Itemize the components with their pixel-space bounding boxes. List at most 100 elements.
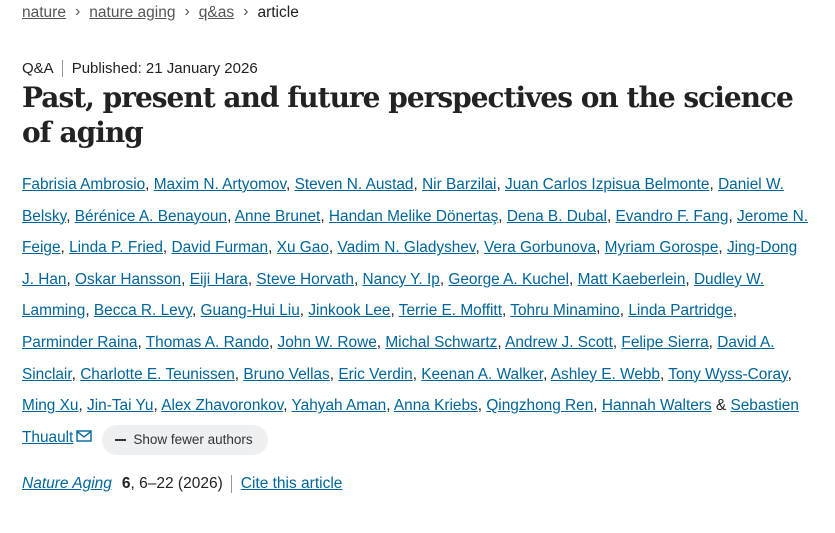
email-icon[interactable]	[76, 429, 93, 443]
cite-article-link[interactable]: Cite this article	[241, 475, 343, 493]
author-link[interactable]: Ming Xu	[22, 397, 78, 414]
author-link[interactable]: Michal Schwartz	[385, 334, 497, 351]
author-separator: ,	[708, 333, 718, 351]
author-link[interactable]: Fabrisia Ambrosio	[22, 176, 145, 193]
author-link[interactable]: Myriam Gorospe	[605, 239, 719, 256]
author-link[interactable]: Eric Verdin	[338, 366, 412, 383]
breadcrumb-nature-aging[interactable]: nature aging	[89, 4, 175, 22]
author-link[interactable]: Tohru Minamino	[510, 302, 620, 319]
author-link[interactable]: Qingzhong Ren	[486, 397, 593, 414]
author-link[interactable]: Dena B. Dubal	[507, 208, 607, 225]
volume: 6	[121, 475, 131, 492]
author-link[interactable]: Linda P. Fried	[69, 239, 163, 256]
breadcrumb-article: article	[257, 4, 299, 21]
author-link[interactable]: Andrew J. Scott	[505, 334, 613, 351]
journal-link[interactable]: Nature Aging	[22, 475, 112, 493]
author-link[interactable]: Hannah Walters	[602, 397, 712, 414]
author-separator: ,	[606, 207, 616, 225]
author-separator: ,	[718, 239, 727, 257]
author-separator: ,	[728, 207, 738, 225]
author-link[interactable]: Handan Melike Dönertaş	[329, 208, 498, 225]
author-link[interactable]: Anna Kriebs	[394, 397, 478, 414]
chevron-right-icon: ›	[243, 3, 249, 20]
author-separator: ,	[145, 176, 154, 193]
author-link[interactable]: Jin-Tai Yu	[87, 397, 153, 414]
author-separator: ,	[498, 207, 507, 225]
author-link[interactable]: Becca R. Levy	[94, 302, 192, 319]
show-fewer-authors-button[interactable]: Show fewer authors	[102, 424, 268, 455]
author-separator: ,	[596, 239, 605, 257]
author-link[interactable]: Vadim N. Gladyshev	[337, 239, 475, 256]
author-link[interactable]: John W. Rowe	[278, 334, 377, 351]
author-link[interactable]: Vera Gorbunova	[484, 239, 596, 256]
minus-icon	[115, 438, 127, 441]
author-link[interactable]: Bérénice A. Benayoun	[75, 208, 227, 225]
article-meta: Q&A Published: 21 January 2026	[22, 60, 258, 77]
author-separator: ,	[543, 365, 551, 383]
author-separator: ,	[181, 270, 190, 288]
author-link[interactable]: Parminder Raina	[22, 334, 137, 351]
author-link[interactable]: Guang-Hui Liu	[201, 302, 300, 319]
author-link[interactable]: Terrie E. Moffitt	[399, 302, 502, 319]
author-separator: &	[711, 397, 731, 415]
author-separator: ,	[685, 270, 694, 288]
author-link[interactable]: George A. Kuchel	[448, 271, 569, 288]
author-link[interactable]: Nir Barzilai	[422, 176, 496, 193]
breadcrumb: nature › nature aging › q&as › article	[22, 3, 299, 22]
author-link[interactable]: David Furman	[171, 239, 268, 256]
author-separator: ,	[268, 239, 277, 257]
author-separator: ,	[66, 270, 76, 288]
author-link[interactable]: Steven N. Austad	[295, 176, 414, 193]
pages-year: , 6–22 (2026)	[131, 475, 232, 493]
author-separator: ,	[353, 270, 363, 288]
author-separator: ,	[501, 302, 511, 320]
author-link[interactable]: Jinkook Lee	[308, 302, 390, 319]
author-list: Fabrisia Ambrosio, Maxim N. Artyomov, St…	[22, 169, 812, 455]
citation: Nature Aging 6 , 6–22 (2026) Cite this a…	[22, 475, 342, 493]
breadcrumb-qas[interactable]: q&as	[199, 4, 234, 22]
author-link[interactable]: Xu Gao	[277, 239, 329, 256]
breadcrumb-nature[interactable]: nature	[22, 4, 66, 22]
published-date: Published: 21 January 2026	[71, 60, 258, 77]
author-link[interactable]: Oskar Hansson	[75, 271, 181, 288]
author-link[interactable]: Steve Horvath	[256, 271, 354, 288]
author-link[interactable]: Tony Wyss-Coray	[668, 366, 787, 383]
author-link[interactable]: Alex Zhavoronkov	[161, 397, 283, 414]
show-fewer-label: Show fewer authors	[133, 431, 253, 447]
author-separator: ,	[412, 365, 422, 383]
author-link[interactable]: Charlotte E. Teunissen	[80, 366, 235, 383]
author-link[interactable]: Anne Brunet	[235, 208, 321, 225]
author-separator: ,	[71, 365, 81, 383]
author-link[interactable]: Nancy Y. Ip	[363, 271, 440, 288]
author-separator: ,	[413, 176, 423, 193]
author-separator: ,	[320, 207, 329, 225]
author-separator: ,	[496, 176, 506, 193]
author-separator: ,	[569, 270, 578, 288]
author-separator: ,	[390, 302, 399, 320]
author-link[interactable]: Linda Partridge	[628, 302, 732, 319]
author-link[interactable]: Ashley E. Webb	[551, 366, 660, 383]
author-link[interactable]: Felipe Sierra	[621, 334, 708, 351]
author-link[interactable]: Evandro F. Fang	[616, 208, 729, 225]
author-link[interactable]: Matt Kaeberlein	[578, 271, 686, 288]
author-link[interactable]: Juan Carlos Izpisua Belmonte	[505, 176, 709, 193]
author-separator: ,	[475, 239, 485, 257]
author-link[interactable]: Thomas A. Rando	[146, 334, 269, 351]
article-title: Past, present and future perspectives on…	[22, 81, 794, 149]
author-separator: ,	[286, 176, 295, 193]
author-separator: ,	[60, 239, 70, 257]
author-separator: ,	[191, 302, 201, 320]
chevron-right-icon: ›	[74, 3, 81, 20]
author-separator: ,	[66, 207, 75, 225]
author-link[interactable]: Maxim N. Artyomov	[154, 176, 286, 193]
author-separator: ,	[497, 333, 506, 351]
author-link[interactable]: Bruno Vellas	[243, 366, 329, 383]
article-type: Q&A	[22, 60, 63, 77]
author-link[interactable]: Eiji Hara	[190, 271, 248, 288]
author-separator: ,	[283, 397, 292, 415]
author-separator: ,	[85, 302, 94, 320]
author-link[interactable]: Yahyah Aman	[292, 397, 387, 414]
author-separator: ,	[709, 176, 719, 193]
author-link[interactable]: Keenan A. Walker	[421, 366, 543, 383]
chevron-right-icon: ›	[184, 3, 190, 20]
